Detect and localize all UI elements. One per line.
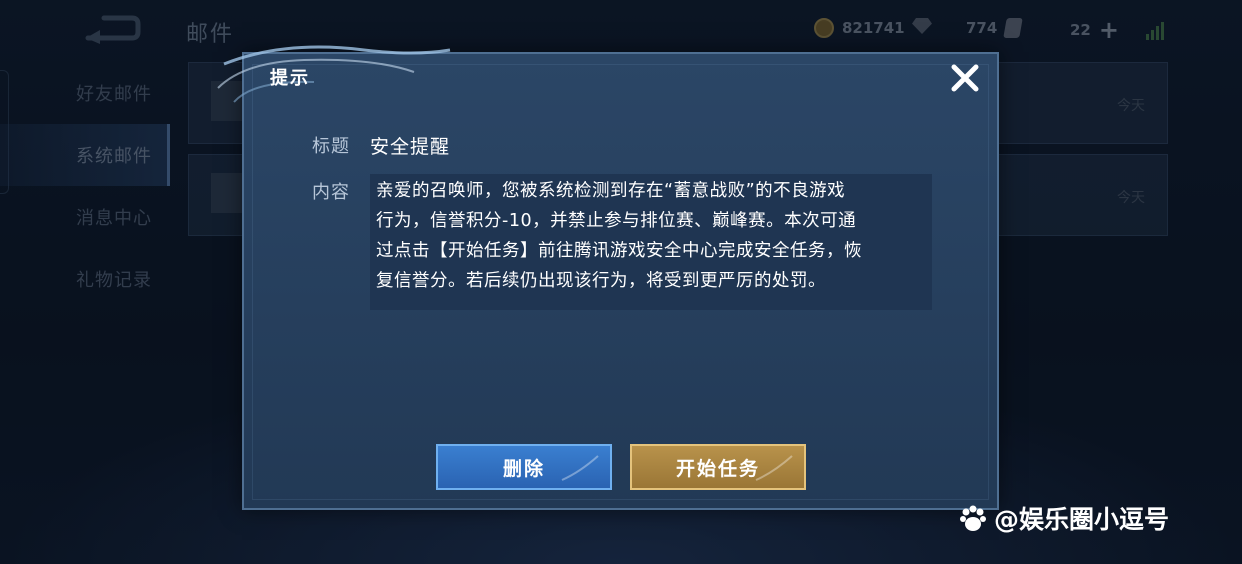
button-sheen [561, 455, 599, 481]
delete-button-label: 删除 [502, 457, 545, 480]
start-task-button[interactable]: 开始任务 [630, 444, 806, 490]
content-line: 行为，信誉积分-10，并禁止参与排位赛、巅峰赛。本次可通 [376, 211, 857, 231]
notice-dialog: 提示 标题 安全提醒 内容 亲爱的召唤师，您被系统检测到存在“蓄意战败”的不良游… [217, 45, 999, 510]
content-line: 亲爱的召唤师，您被系统检测到存在“蓄意战败”的不良游戏 [376, 181, 846, 201]
watermark-text: @娱乐圈小逗号 [994, 505, 1170, 534]
close-icon[interactable] [947, 60, 983, 96]
content-label: 内容 [312, 182, 350, 203]
content-line: 过点击【开始任务】前往腾讯游戏安全中心完成安全任务，恢 [376, 241, 862, 261]
message-content: 亲爱的召唤师，您被系统检测到存在“蓄意战败”的不良游戏 行为，信誉积分-10，并… [370, 174, 932, 310]
watermark: @娱乐圈小逗号 [958, 500, 1169, 536]
title-ornament [217, 45, 451, 103]
dialog-title: 提示 [270, 68, 310, 89]
paw-icon [960, 505, 986, 531]
start-task-button-label: 开始任务 [675, 457, 760, 480]
content-line: 复信誉分。若后续仍出现该行为，将受到更严厉的处罚。 [376, 271, 826, 291]
button-sheen [755, 455, 793, 481]
subject-label: 标题 [312, 136, 350, 157]
delete-button[interactable]: 删除 [436, 444, 612, 490]
subject-value: 安全提醒 [370, 136, 451, 158]
